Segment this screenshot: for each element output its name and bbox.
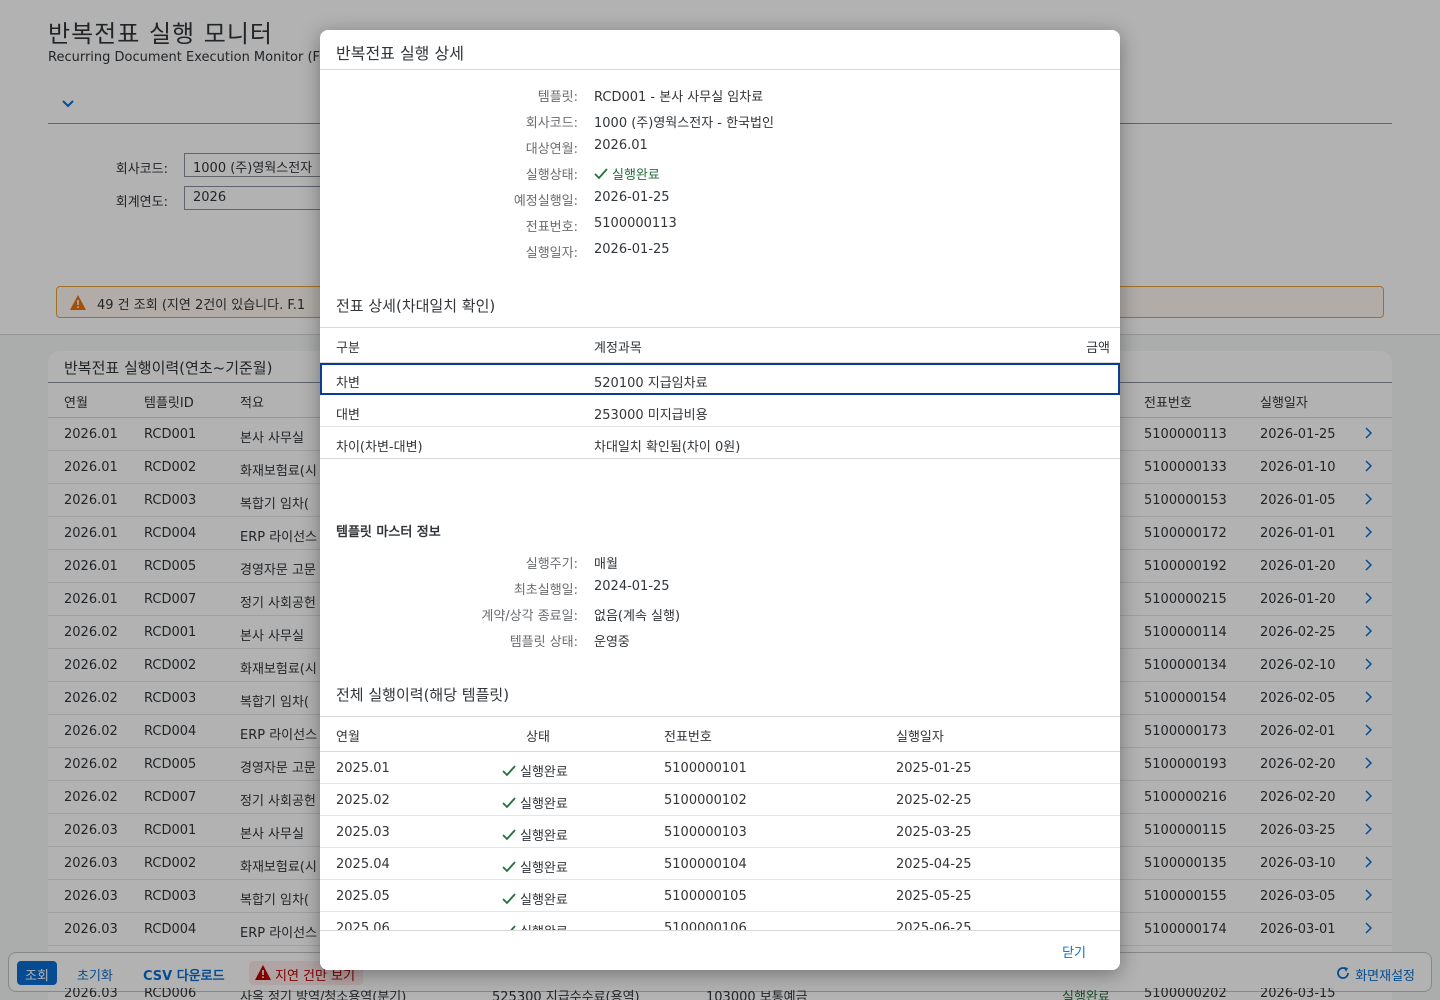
row-status-text: 실행완료 (520, 893, 568, 908)
doc-row-difference[interactable]: 차이(차변-대변) 차대일치 확인됨(차이 0원) (320, 427, 1120, 459)
row-account: 520100 지급임차료 (594, 376, 708, 391)
row-month: 2025.03 (336, 825, 390, 840)
doc-no-value: 5100000113 (594, 216, 677, 231)
template-status-value: 운영중 (594, 635, 630, 650)
check-icon (502, 797, 516, 809)
row-doc-no: 5100000105 (664, 889, 747, 904)
history-row[interactable]: 2025.01 실행완료 5100000101 2025-01-25 (320, 752, 1120, 784)
template-value: RCD001 - 본사 사무실 임차료 (594, 90, 764, 105)
row-status: 실행완료 (502, 761, 568, 780)
history-body: 2025.01 실행완료 5100000101 2025-01-25 2025.02 실행… (320, 752, 1120, 930)
end-date-label: 계약/상각 종료일: (481, 609, 578, 624)
doc-row-debit[interactable]: 차변 520100 지급임차료 (320, 363, 1120, 395)
row-month: 2025.02 (336, 793, 390, 808)
template-master-title: 템플릿 마스터 정보 (336, 525, 441, 540)
col-month: 연월 (336, 730, 360, 745)
col-status: 상태 (526, 730, 550, 745)
history-row[interactable]: 2025.02 실행완료 5100000102 2025-02-25 (320, 784, 1120, 816)
row-status-text: 실행완료 (520, 797, 568, 812)
check-icon (502, 861, 516, 873)
cycle-value: 매월 (594, 557, 618, 572)
exec-status-value: 실행완료 (594, 164, 660, 183)
first-exec-label: 최초실행일: (513, 583, 578, 598)
doc-detail-title: 전표 상세(차대일치 확인) (336, 297, 496, 315)
history-title: 전체 실행이력(해당 템플릿) (336, 686, 510, 704)
row-type: 차변 (336, 376, 360, 391)
dialog-footer: 닫기 (320, 930, 1120, 970)
row-status: 실행완료 (502, 889, 568, 908)
planned-date-label: 예정실행일: (513, 194, 578, 209)
col-amount: 금액 (1086, 341, 1110, 356)
row-doc-no: 5100000102 (664, 793, 747, 808)
row-status-text: 실행완료 (520, 765, 568, 780)
history-row[interactable]: 2025.06 실행완료 5100000106 2025-06-25 (320, 912, 1120, 930)
row-status: 실행완료 (502, 921, 568, 930)
end-date-value: 없음(계속 실행) (594, 609, 681, 624)
template-status-label: 템플릿 상태: (509, 635, 578, 650)
row-status-text: 실행완료 (520, 861, 568, 876)
exec-date-label: 실행일자: (525, 246, 578, 261)
check-icon (502, 765, 516, 777)
exec-date-value: 2026-01-25 (594, 242, 670, 257)
doc-detail-table: 구분 계정과목 금액 차변 520100 지급임차료 대변 253000 미지급… (320, 327, 1120, 459)
row-account: 253000 미지급비용 (594, 408, 708, 423)
row-month: 2025.06 (336, 921, 390, 930)
col-type: 구분 (336, 341, 360, 356)
history-row[interactable]: 2025.05 실행완료 5100000105 2025-05-25 (320, 880, 1120, 912)
row-doc-no: 5100000106 (664, 921, 747, 930)
row-month: 2025.04 (336, 857, 390, 872)
row-exec-date: 2025-05-25 (896, 889, 972, 904)
doc-no-label: 전표번호: (525, 220, 578, 235)
template-label: 템플릿: (537, 90, 578, 105)
row-doc-no: 5100000103 (664, 825, 747, 840)
row-exec-date: 2025-03-25 (896, 825, 972, 840)
row-month: 2025.05 (336, 889, 390, 904)
row-type: 차이(차변-대변) (336, 440, 423, 455)
history-row[interactable]: 2025.04 실행완료 5100000104 2025-04-25 (320, 848, 1120, 880)
execution-detail-dialog: 반복전표 실행 상세 템플릿: RCD001 - 본사 사무실 임차료 회사코드… (320, 30, 1120, 970)
dialog-body[interactable]: 템플릿: RCD001 - 본사 사무실 임차료 회사코드: 1000 (주)영… (320, 70, 1120, 930)
row-exec-date: 2025-01-25 (896, 761, 972, 776)
company-code-value: 1000 (주)영웍스전자 - 한국법인 (594, 116, 774, 131)
history-row[interactable]: 2025.03 실행완료 5100000103 2025-03-25 (320, 816, 1120, 848)
row-status: 실행완료 (502, 857, 568, 876)
col-doc-no: 전표번호 (664, 730, 712, 745)
row-status-text: 실행완료 (520, 829, 568, 844)
col-account: 계정과목 (594, 341, 642, 356)
first-exec-value: 2024-01-25 (594, 579, 670, 594)
history-table: 연월 상태 전표번호 실행일자 2025.01 실행완료 5100000101 202… (320, 716, 1120, 930)
check-icon (502, 829, 516, 841)
col-exec-date: 실행일자 (896, 730, 944, 745)
row-type: 대변 (336, 408, 360, 423)
row-doc-no: 5100000101 (664, 761, 747, 776)
exec-status-text: 실행완료 (612, 168, 660, 183)
exec-status-label: 실행상태: (525, 168, 578, 183)
check-icon (502, 893, 516, 905)
cycle-label: 실행주기: (525, 557, 578, 572)
check-icon (594, 168, 608, 180)
doc-detail-header: 구분 계정과목 금액 (320, 327, 1120, 363)
company-code-label: 회사코드: (525, 116, 578, 131)
row-status: 실행완료 (502, 793, 568, 812)
target-month-value: 2026.01 (594, 138, 648, 153)
doc-row-credit[interactable]: 대변 253000 미지급비용 (320, 395, 1120, 427)
row-doc-no: 5100000104 (664, 857, 747, 872)
history-header: 연월 상태 전표번호 실행일자 (320, 716, 1120, 752)
row-account: 차대일치 확인됨(차이 0원) (594, 440, 741, 455)
row-exec-date: 2025-02-25 (896, 793, 972, 808)
row-month: 2025.01 (336, 761, 390, 776)
planned-date-value: 2026-01-25 (594, 190, 670, 205)
dialog-title: 반복전표 실행 상세 (336, 44, 464, 63)
row-status: 실행완료 (502, 825, 568, 844)
row-exec-date: 2025-06-25 (896, 921, 972, 930)
close-button[interactable]: 닫기 (1062, 942, 1086, 961)
target-month-label: 대상연월: (525, 142, 578, 157)
row-exec-date: 2025-04-25 (896, 857, 972, 872)
